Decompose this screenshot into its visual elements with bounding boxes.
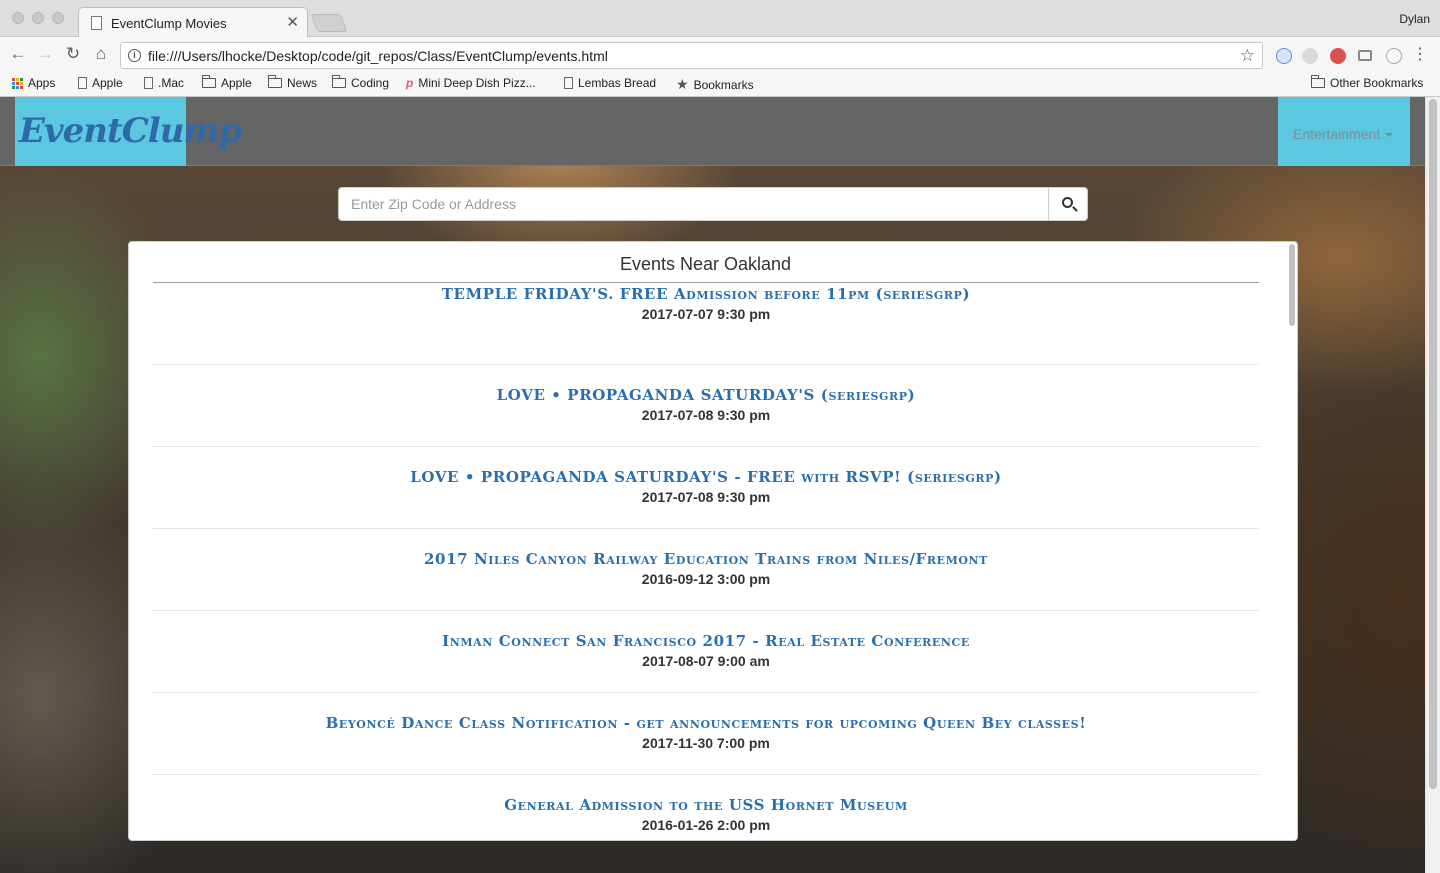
- event-item: Beyoncé Dance Class Notification - get a…: [153, 693, 1259, 775]
- adblock-extension-icon[interactable]: [1330, 48, 1346, 64]
- browser-toolbar: ← → ↻ ⌂ i file:///Users/lhocke/Desktop/c…: [0, 37, 1440, 72]
- event-date: 2016-09-12 3:00 pm: [641, 571, 771, 587]
- bookmark-folder-coding[interactable]: Coding: [332, 75, 389, 90]
- back-arrow-icon[interactable]: ←: [9, 45, 27, 63]
- event-date: 2017-11-30 7:00 pm: [642, 735, 770, 751]
- event-date: 2017-07-08 9:30 pm: [641, 489, 771, 505]
- close-window-icon[interactable]: [12, 12, 24, 24]
- bookmark-apple[interactable]: Apple: [78, 76, 123, 90]
- pinterest-icon: p: [406, 76, 414, 90]
- event-date: 2016-01-26 2:00 pm: [641, 817, 771, 833]
- bookmark-pizza[interactable]: p Mini Deep Dish Pizz...: [406, 76, 536, 90]
- page-icon: [564, 77, 573, 89]
- page-icon: [78, 77, 87, 89]
- page-icon: [91, 16, 102, 30]
- events-panel: Events Near Oakland TEMPLE FRIDAY'S. FRE…: [128, 241, 1298, 841]
- new-tab-button[interactable]: [310, 14, 348, 32]
- browser-tab[interactable]: EventClump Movies ✕: [78, 7, 308, 38]
- bookmark-other[interactable]: Other Bookmarks: [1311, 75, 1423, 90]
- event-date: 2017-07-07 9:30 pm: [641, 306, 771, 322]
- folder-icon: [202, 75, 216, 88]
- event-link[interactable]: General Admission to the USS Hornet Muse…: [153, 796, 1259, 814]
- brand-text: EventClump: [19, 111, 242, 151]
- page-background: EventClump Entertainment Events Near Oak…: [0, 97, 1425, 873]
- bookmark-folder-news[interactable]: News: [268, 75, 317, 90]
- reload-icon[interactable]: ↻: [64, 45, 82, 63]
- page-icon: [144, 77, 153, 89]
- event-item: TEMPLE FRIDAY'S. FREE Admission before 1…: [153, 283, 1259, 365]
- window-scrollbar[interactable]: [1425, 97, 1440, 873]
- event-list: TEMPLE FRIDAY'S. FREE Admission before 1…: [153, 283, 1259, 840]
- cast-icon[interactable]: [1358, 50, 1372, 61]
- event-item: Inman Connect San Francisco 2017 - Real …: [153, 611, 1259, 693]
- bookmark-star-icon[interactable]: ☆: [1240, 46, 1255, 66]
- address-bar[interactable]: i file:///Users/lhocke/Desktop/code/git_…: [120, 42, 1263, 69]
- event-link[interactable]: Beyoncé Dance Class Notification - get a…: [153, 714, 1259, 732]
- window-scrollbar-thumb[interactable]: [1429, 99, 1437, 789]
- bookmark-mac[interactable]: .Mac: [144, 76, 184, 90]
- browser-menu-icon[interactable]: ⋮: [1412, 44, 1428, 64]
- event-link[interactable]: TEMPLE FRIDAY'S. FREE Admission before 1…: [153, 285, 1259, 303]
- folder-icon: [332, 75, 346, 88]
- event-link[interactable]: LOVE • PROPAGANDA SATURDAY'S - FREE with…: [153, 468, 1259, 486]
- cloud-extension-icon[interactable]: [1302, 48, 1318, 64]
- url-text[interactable]: file:///Users/lhocke/Desktop/code/git_re…: [148, 48, 608, 64]
- tab-title: EventClump Movies: [111, 16, 227, 31]
- folder-icon: [1311, 75, 1325, 88]
- caret-down-icon: [1385, 133, 1394, 138]
- event-date: 2017-08-07 9:00 am: [642, 653, 770, 669]
- event-item: 2017 Niles Canyon Railway Education Trai…: [153, 529, 1259, 611]
- entertainment-dropdown[interactable]: Entertainment: [1278, 97, 1410, 166]
- folder-icon: [268, 75, 282, 88]
- search-button[interactable]: [1048, 187, 1088, 221]
- event-item: LOVE • PROPAGANDA SATURDAY'S - FREE with…: [153, 447, 1259, 529]
- apps-icon: [12, 77, 23, 89]
- tab-close-icon[interactable]: ✕: [286, 13, 299, 31]
- dropdown-label: Entertainment: [1293, 126, 1394, 142]
- bookmark-folder-apple[interactable]: Apple: [202, 75, 252, 90]
- event-item: General Admission to the USS Hornet Muse…: [153, 775, 1259, 840]
- profile-name[interactable]: Dylan: [1399, 12, 1430, 26]
- event-item: LOVE • PROPAGANDA SATURDAY'S (seriesgrp)…: [153, 365, 1259, 447]
- bookmark-bookmarks[interactable]: ★ Bookmarks: [676, 76, 754, 93]
- site-navbar: EventClump Entertainment: [0, 97, 1425, 166]
- panel-title: Events Near Oakland: [619, 254, 792, 274]
- brand-logo[interactable]: EventClump: [15, 97, 242, 166]
- minimize-window-icon[interactable]: [32, 12, 44, 24]
- search-icon: [1062, 197, 1073, 208]
- bookmarks-bar: Apps Apple .Mac Apple News Coding p Mini…: [0, 72, 1440, 97]
- event-link[interactable]: Inman Connect San Francisco 2017 - Real …: [153, 632, 1259, 650]
- translate-extension-icon[interactable]: [1276, 48, 1292, 64]
- home-icon[interactable]: ⌂: [92, 45, 110, 63]
- panel-scrollbar-thumb[interactable]: [1289, 244, 1295, 326]
- search-bar: [338, 187, 1088, 221]
- bookmark-lembas[interactable]: Lembas Bread: [564, 76, 656, 90]
- panel-scrollbar[interactable]: [1287, 244, 1295, 840]
- star-icon: ★: [676, 76, 689, 92]
- extension-icon[interactable]: [1386, 48, 1402, 64]
- browser-titlebar: EventClump Movies ✕ Dylan: [0, 0, 1440, 38]
- zoom-window-icon[interactable]: [52, 12, 64, 24]
- forward-arrow-icon[interactable]: →: [36, 45, 54, 63]
- event-link[interactable]: LOVE • PROPAGANDA SATURDAY'S (seriesgrp): [153, 386, 1259, 404]
- event-date: 2017-07-08 9:30 pm: [641, 407, 771, 423]
- location-search-input[interactable]: [338, 187, 1049, 221]
- event-link[interactable]: 2017 Niles Canyon Railway Education Trai…: [153, 550, 1259, 568]
- info-icon[interactable]: i: [128, 49, 141, 62]
- bookmark-apps[interactable]: Apps: [12, 76, 55, 90]
